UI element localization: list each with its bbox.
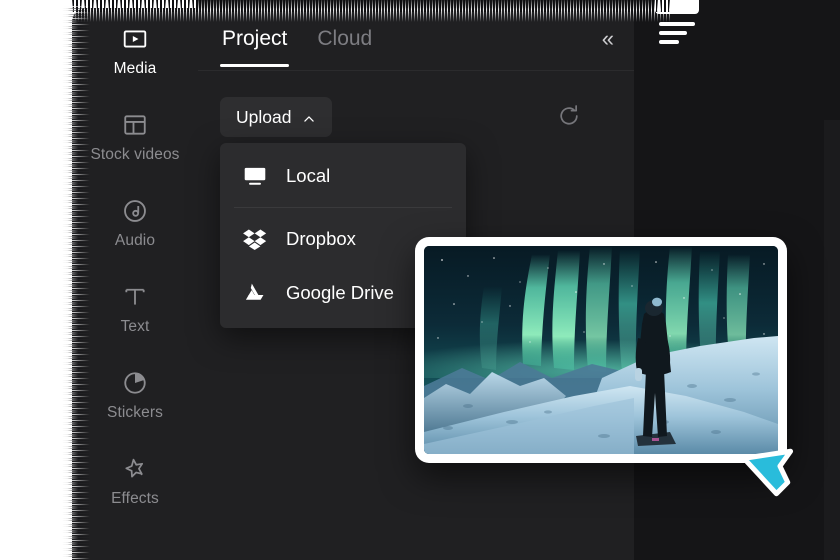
sidebar-item-label: Stock videos [90, 145, 180, 163]
sidebar-item-label: Effects [111, 489, 159, 507]
background-widget-peek [655, 0, 701, 50]
media-icon [122, 26, 148, 52]
tab-cloud[interactable]: Cloud [315, 13, 374, 66]
sidebar-item-label: Media [113, 59, 157, 77]
sidebar: Media Stock videos Audio Text Stickers E… [72, 8, 199, 560]
peek-line [659, 40, 679, 44]
sidebar-item-effects[interactable]: Effects [72, 438, 198, 524]
aurora-thumbnail-image [424, 246, 778, 454]
sidebar-item-audio[interactable]: Audio [72, 180, 198, 266]
sidebar-item-label: Text [120, 317, 150, 335]
menu-item-label: Google Drive [286, 282, 394, 303]
upload-button[interactable]: Upload [220, 97, 333, 137]
menu-item-label: Dropbox [286, 228, 356, 249]
sidebar-item-label: Stickers [107, 403, 163, 421]
sidebar-item-stickers[interactable]: Stickers [72, 352, 198, 438]
peek-card [655, 0, 699, 14]
tab-label: Project [222, 26, 288, 50]
refresh-icon[interactable] [556, 103, 582, 129]
monitor-icon [242, 163, 268, 189]
tab-bar: Project Cloud « [198, 8, 634, 71]
tab-project[interactable]: Project [220, 13, 290, 67]
menu-item-local[interactable]: Local [220, 149, 466, 203]
upload-button-label: Upload [236, 106, 292, 127]
menu-item-label: Local [286, 165, 331, 186]
chevron-double-left-icon[interactable]: « [602, 28, 614, 50]
peek-line [659, 22, 695, 26]
google-drive-icon [242, 280, 268, 306]
stock-videos-icon [122, 112, 148, 138]
text-icon [122, 284, 148, 310]
tab-label: Cloud [317, 26, 373, 50]
stickers-icon [122, 370, 148, 396]
app-backdrop-panel [824, 120, 840, 560]
effects-icon [122, 456, 148, 482]
media-thumbnail-card[interactable] [415, 237, 787, 463]
menu-divider [234, 207, 452, 208]
sidebar-item-media[interactable]: Media [72, 8, 198, 94]
dropbox-icon [242, 226, 268, 252]
chevron-up-icon [302, 110, 316, 124]
peek-line [659, 31, 687, 35]
sidebar-item-stock-videos[interactable]: Stock videos [72, 94, 198, 180]
sidebar-item-text[interactable]: Text [72, 266, 198, 352]
audio-icon [122, 198, 148, 224]
sidebar-item-label: Audio [114, 231, 156, 249]
